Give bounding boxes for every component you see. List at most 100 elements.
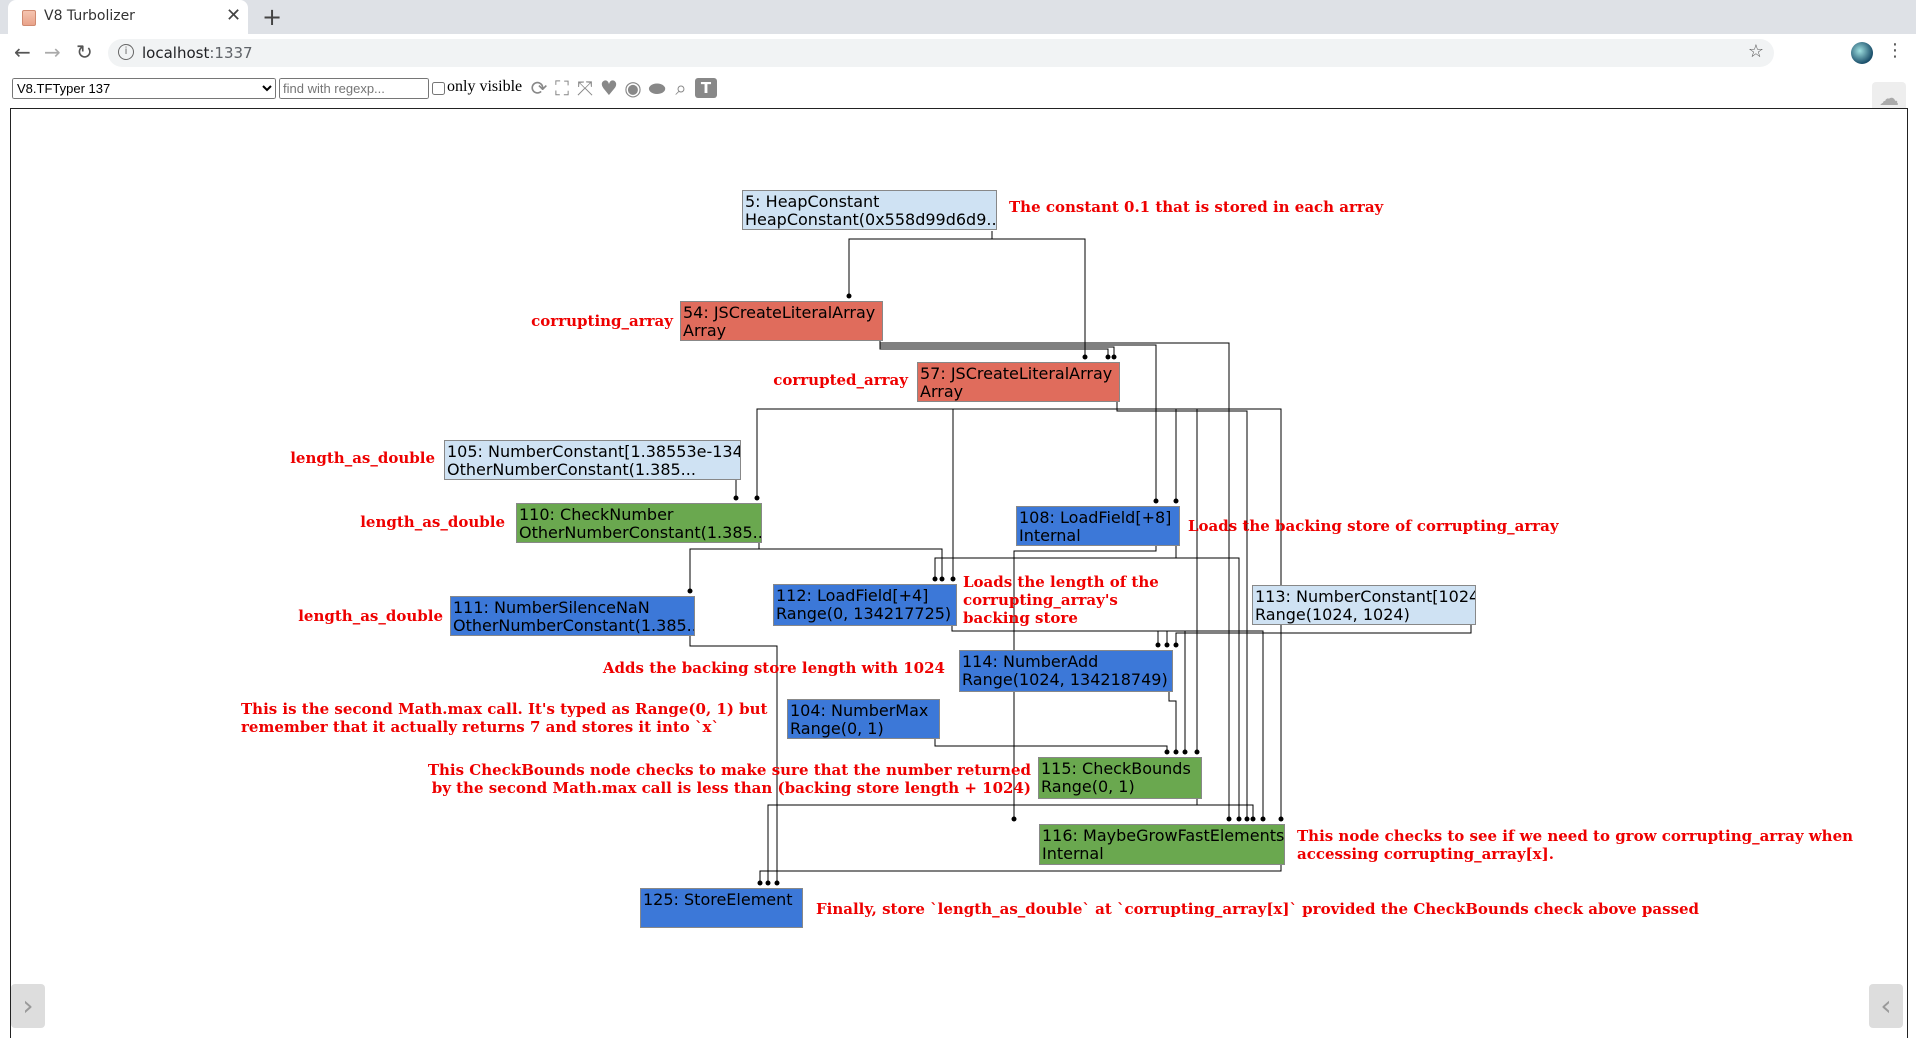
node-label: 113: NumberConstant[1024] (1255, 587, 1476, 606)
graph-edge (952, 402, 1118, 579)
graph-node-104[interactable]: 104: NumberMax Range(0, 1) (787, 699, 940, 739)
edge-input-port (1155, 642, 1161, 648)
graph-pane: 5: HeapConstant HeapConstant(0x558d99d6d9… (10, 108, 1908, 1038)
new-tab-icon[interactable]: + (262, 3, 282, 31)
edge-input-port (1260, 816, 1266, 822)
node-label: 111: NumberSilenceNaN (453, 598, 650, 617)
node-label: 104: NumberMax (790, 701, 929, 720)
show-all-icon[interactable]: ⛶ (551, 77, 573, 99)
url-text: localhost:1337 (142, 44, 253, 62)
graph-edge (1175, 625, 1472, 645)
annotation-a112-2: corrupting_array's (963, 591, 1118, 609)
node-label: 105: NumberConstant[1.38553e-134] (447, 442, 741, 461)
graph-node-5[interactable]: 5: HeapConstant HeapConstant(0x558d99d6d9… (742, 190, 997, 230)
edge-input-port (1164, 642, 1170, 648)
edge-input-port (1164, 749, 1170, 755)
edge-input-port (1226, 816, 1232, 822)
phase-select[interactable]: V8.TFTyper 137 (12, 78, 276, 99)
edge-input-port (1173, 642, 1179, 648)
node-type: Array (683, 321, 727, 340)
annotation-a116-1: This node checks to see if we need to gr… (1297, 827, 1854, 845)
profile-avatar[interactable] (1851, 42, 1873, 64)
address-bar[interactable]: i localhost:1337 ☆ (108, 39, 1774, 67)
annotation-a115-1: This CheckBounds node checks to make sur… (427, 761, 1031, 779)
back-arrow-icon[interactable]: ← (14, 40, 31, 64)
edge-input-port (1105, 354, 1111, 360)
node-label: 115: CheckBounds (1041, 759, 1191, 778)
turbolizer-favicon-icon (22, 10, 36, 26)
toggle-text-icon[interactable]: T (695, 78, 717, 98)
node-type: Range(0, 134217725) (776, 604, 952, 623)
edge-input-port (1250, 816, 1256, 822)
graph-edge (758, 543, 943, 579)
annotation-a108: Loads the backing store of corrupting_ar… (1188, 517, 1559, 535)
graph-node-125[interactable]: 125: StoreElement (640, 888, 803, 928)
browser-tab[interactable]: V8 Turbolizer ✕ (8, 0, 248, 34)
edge-input-port (1194, 749, 1200, 755)
edge-input-port (950, 576, 956, 582)
node-type: OtherNumberConstant(1.385... (519, 523, 762, 542)
node-type: Range(1024, 1024) (1255, 605, 1410, 624)
url-port: :1337 (209, 44, 253, 62)
node-type: Range(0, 1) (790, 719, 884, 738)
node-label: 116: MaybeGrowFastElements (1042, 826, 1285, 845)
site-info-icon[interactable]: i (118, 44, 134, 60)
edge-input-port (1011, 816, 1017, 822)
node-label: 5: HeapConstant (745, 192, 880, 211)
graph-edge (934, 739, 1168, 752)
show-selected-icon[interactable]: ◉ (622, 77, 644, 99)
right-pane-expand-icon[interactable]: ‹ (1869, 984, 1903, 1028)
node-label: 108: LoadField[+8] (1019, 508, 1172, 527)
node-type: OtherNumberConstant(1.385... (453, 616, 695, 635)
annotation-a5: The constant 0.1 that is stored in each … (1009, 198, 1384, 216)
graph-node-54[interactable]: 54: JSCreateLiteralArray Array (680, 301, 883, 341)
edge-input-port (1111, 354, 1117, 360)
edge-input-port (1173, 498, 1179, 504)
annotation-a57: corrupted_array (773, 371, 908, 389)
forward-arrow-icon[interactable]: → (44, 40, 61, 64)
graph-edge (756, 402, 1118, 498)
toggle-hide-dead-icon[interactable]: ⤧ (574, 77, 596, 99)
url-host: localhost (142, 44, 210, 62)
graph-node-112[interactable]: 112: LoadField[+4] Range(0, 134217725) (773, 584, 957, 626)
node-label: 112: LoadField[+4] (776, 586, 929, 605)
reload-icon[interactable]: ↻ (76, 40, 93, 64)
edge-input-port (939, 576, 945, 582)
layout-refresh-icon[interactable]: ⟳ (528, 77, 550, 99)
toggle-types-icon[interactable]: ⬬ (646, 77, 668, 99)
edge-input-port (1244, 816, 1250, 822)
left-pane-expand-icon[interactable]: › (11, 984, 45, 1028)
graph-node-111[interactable]: 111: NumberSilenceNaN OtherNumberConstant… (450, 596, 695, 636)
tab-close-icon[interactable]: ✕ (226, 5, 241, 26)
node-type: Internal (1042, 844, 1104, 863)
graph-node-105[interactable]: 105: NumberConstant[1.38553e-134] OtherNu… (444, 440, 741, 480)
graph-node-108[interactable]: 108: LoadField[+8] Internal (1016, 506, 1180, 546)
graph-edges (687, 231, 1472, 886)
node-type: HeapConstant(0x558d99d6d9... (745, 210, 997, 229)
annotation-a105: length_as_double (290, 449, 435, 467)
bookmark-star-icon[interactable]: ☆ (1748, 41, 1764, 62)
graph-edge (1168, 692, 1177, 752)
annotation-a104-2: remember that it actually returns 7 and … (241, 718, 719, 736)
graph-edge (689, 543, 760, 591)
edge-input-port (765, 880, 771, 886)
browser-menu-icon[interactable]: ⋮ (1886, 40, 1904, 61)
graph-edge (951, 626, 1168, 645)
zoom-selection-icon[interactable]: ⌕ (670, 77, 692, 99)
graph-edge (1196, 799, 1254, 819)
only-visible-checkbox[interactable] (432, 82, 445, 95)
search-input[interactable] (279, 78, 429, 99)
turbolizer-toolbar: V8.TFTyper 137 only visible ⟳ ⛶ ⤧ ♥ ◉ ⬬ … (0, 72, 1916, 108)
annotation-a116-2: accessing corrupting_array[x]. (1297, 845, 1554, 863)
graph-node-110[interactable]: 110: CheckNumber OtherNumberConstant(1.38… (516, 503, 762, 543)
graph-node-113[interactable]: 113: NumberConstant[1024] Range(1024, 102… (1252, 585, 1476, 625)
node-label: 114: NumberAdd (962, 652, 1099, 671)
node-type: OtherNumberConstant(1.385... (447, 460, 696, 479)
hide-unselected-icon[interactable]: ♥ (598, 77, 620, 99)
graph-node-114[interactable]: 114: NumberAdd Range(1024, 134218749) (959, 650, 1173, 692)
graph-node-57[interactable]: 57: JSCreateLiteralArray Array (917, 362, 1120, 402)
edge-input-port (757, 880, 763, 886)
graph-node-116[interactable]: 116: MaybeGrowFastElements Internal (1039, 824, 1285, 865)
graph-node-115[interactable]: 115: CheckBounds Range(0, 1) (1038, 757, 1202, 799)
annotation-a111: length_as_double (298, 607, 443, 625)
